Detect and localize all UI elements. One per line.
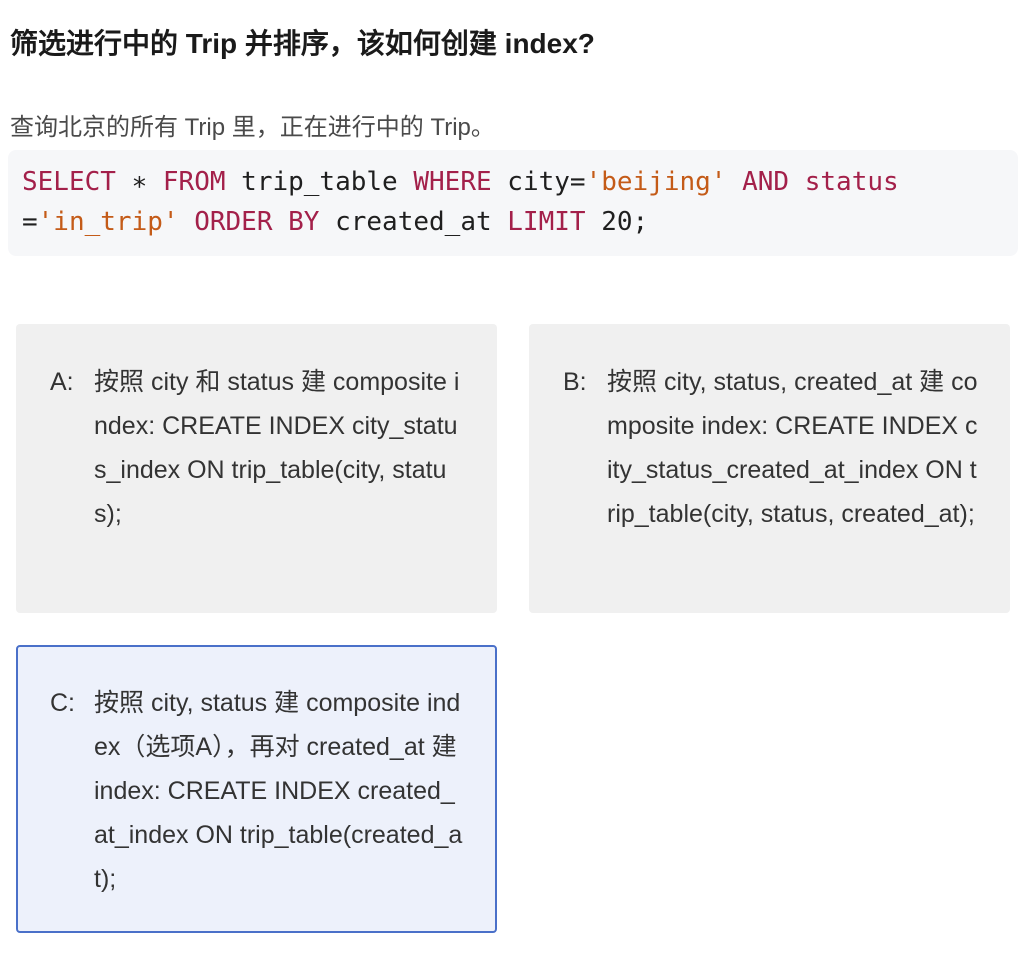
code-text: created_at — [319, 207, 508, 237]
code-line-1: SELECT ∗ FROM trip_table WHERE city='bei… — [22, 162, 1004, 202]
code-keyword: status — [804, 167, 899, 197]
option-text: 按照 city, status 建 composite index（选项A），再… — [94, 689, 463, 893]
code-text: trip_table — [225, 167, 414, 197]
question-title: 筛选进行中的 Trip 并排序，该如何创建 index? — [10, 28, 595, 59]
code-keyword: AND — [742, 167, 790, 197]
code-text: = — [22, 207, 38, 237]
option-c[interactable]: C: 按照 city, status 建 composite index（选项A… — [16, 645, 497, 933]
code-string: 'in_trip' — [37, 207, 179, 237]
sql-code-block: SELECT ∗ FROM trip_table WHERE city='bei… — [8, 150, 1018, 256]
option-a[interactable]: A: 按照 city 和 status 建 composite index: C… — [16, 324, 497, 613]
code-keyword: FROM — [162, 167, 226, 197]
code-text: ∗ — [115, 167, 163, 197]
code-keyword: WHERE — [413, 167, 492, 197]
code-keyword: SELECT — [22, 167, 116, 197]
code-keyword: ORDER BY — [194, 207, 320, 237]
question-description: 查询北京的所有 Trip 里，正在进行中的 Trip。 — [10, 114, 495, 141]
option-letter: C: — [50, 689, 75, 717]
option-b[interactable]: B: 按照 city, status, created_at 建 composi… — [529, 324, 1010, 613]
code-line-2: ='in_trip' ORDER BY created_at LIMIT 20; — [22, 202, 1004, 242]
option-text: 按照 city, status, created_at 建 composite … — [607, 368, 978, 528]
code-string: 'beijing' — [585, 167, 727, 197]
code-text: 20; — [585, 207, 649, 237]
option-letter: A: — [50, 368, 74, 396]
option-text: 按照 city 和 status 建 composite index: CREA… — [94, 368, 460, 528]
option-letter: B: — [563, 368, 587, 396]
code-keyword: LIMIT — [507, 207, 586, 237]
code-text: city= — [491, 167, 586, 197]
